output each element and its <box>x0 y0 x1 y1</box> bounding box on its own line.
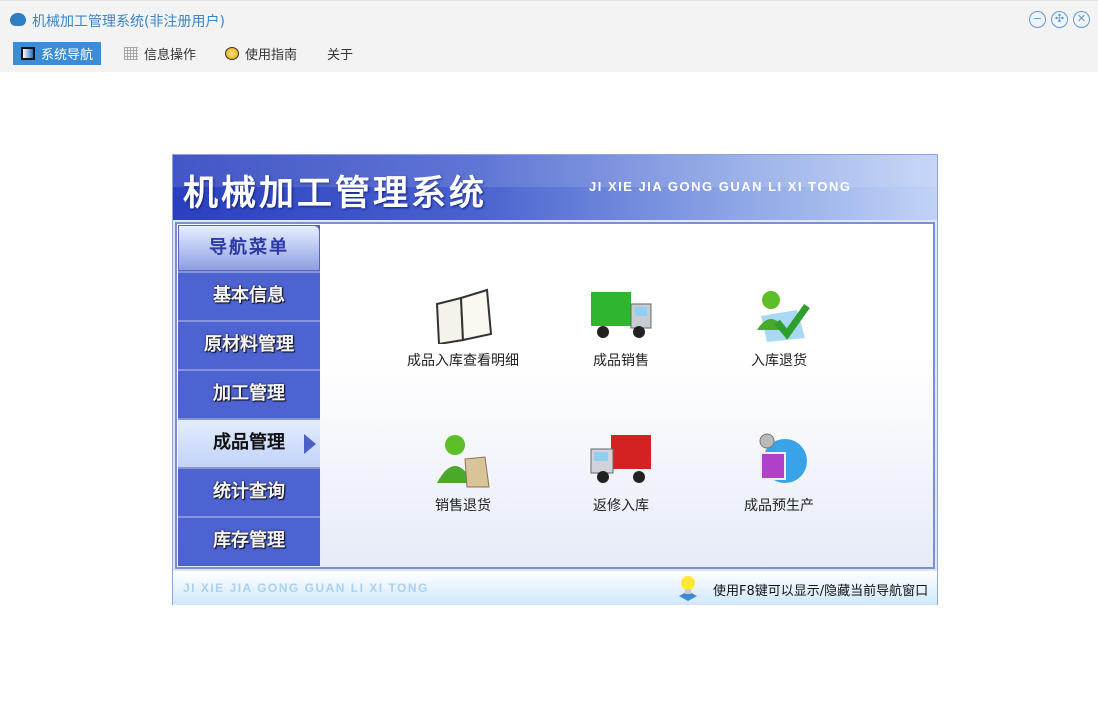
help-icon <box>225 47 239 60</box>
sidebar-item-statistics[interactable]: 统计查询 <box>178 467 320 516</box>
tile-product-sales[interactable]: 成品销售 <box>546 286 696 370</box>
tile-label: 销售退货 <box>435 498 491 514</box>
menu-about[interactable]: 关于 <box>319 42 361 65</box>
footer-pinyin: JI XIE JIA GONG GUAN LI XI TONG <box>183 581 429 595</box>
maximize-button[interactable]: ✣ <box>1051 11 1068 28</box>
tile-inbound-return[interactable]: 入库退货 <box>704 286 854 370</box>
title-bar: 机械加工管理系统(非注册用户) − ✣ ✕ <box>0 0 1098 38</box>
tile-label: 成品预生产 <box>744 498 814 514</box>
f8-hint: 使用F8键可以显示/隐藏当前导航窗口 <box>713 584 929 599</box>
tile-product-inbound-details[interactable]: 成品入库查看明细 <box>388 286 538 370</box>
menu-label: 信息操作 <box>144 48 197 63</box>
sidebar-item-inventory[interactable]: 库存管理 <box>178 516 320 565</box>
media-disc-icon <box>747 431 811 489</box>
close-button[interactable]: ✕ <box>1073 11 1090 28</box>
menu-label: 使用指南 <box>245 48 298 63</box>
tile-label: 返修入库 <box>593 498 649 514</box>
menu-label: 关于 <box>327 48 354 63</box>
menu-guide[interactable]: 使用指南 <box>217 42 305 65</box>
sidebar-item-processing[interactable]: 加工管理 <box>178 369 320 418</box>
tile-label: 成品销售 <box>593 353 649 369</box>
sidebar: 导航菜单 基本信息 原材料管理 加工管理 成品管理 统计查询 库存管理 <box>178 225 320 566</box>
menu-bar: 系统导航 信息操作 使用指南 关于 <box>0 38 1098 72</box>
banner-pinyin: JI XIE JIA GONG GUAN LI XI TONG <box>589 179 852 194</box>
menu-info-ops[interactable]: 信息操作 <box>116 42 204 65</box>
sidebar-item-products[interactable]: 成品管理 <box>178 418 320 467</box>
user-bag-icon <box>431 431 495 489</box>
menu-system-nav[interactable]: 系统导航 <box>13 42 102 65</box>
folder-book-icon <box>431 286 495 346</box>
tile-sales-return[interactable]: 销售退货 <box>388 431 538 515</box>
sidebar-item-basic-info[interactable]: 基本信息 <box>178 271 320 320</box>
red-truck-icon <box>589 431 653 489</box>
tile-repair-inbound[interactable]: 返修入库 <box>546 431 696 515</box>
green-truck-icon <box>589 286 653 344</box>
panel-footer: JI XIE JIA GONG GUAN LI XI TONG 使用F8键可以显… <box>173 571 937 605</box>
tile-label: 成品入库查看明细 <box>407 353 519 369</box>
banner: 机械加工管理系统 JI XIE JIA GONG GUAN LI XI TONG <box>173 155 937 220</box>
arrow-right-icon <box>304 434 316 454</box>
minimize-button[interactable]: − <box>1029 11 1046 28</box>
window-title: 机械加工管理系统(非注册用户) <box>32 14 225 30</box>
lightbulb-icon <box>677 574 699 602</box>
user-check-icon <box>747 286 811 344</box>
tile-product-preproduction[interactable]: 成品预生产 <box>704 431 854 515</box>
panel-body: 导航菜单 基本信息 原材料管理 加工管理 成品管理 统计查询 库存管理 成品入库… <box>175 222 935 569</box>
menu-label: 系统导航 <box>41 48 94 63</box>
app-icon <box>10 13 26 26</box>
sidebar-item-label: 成品管理 <box>213 432 285 453</box>
sidebar-item-raw-materials[interactable]: 原材料管理 <box>178 320 320 369</box>
navigation-panel: 机械加工管理系统 JI XIE JIA GONG GUAN LI XI TONG… <box>172 154 938 605</box>
tile-label: 入库退货 <box>751 353 807 369</box>
nav-menu-heading: 导航菜单 <box>178 225 320 271</box>
monitor-icon <box>21 47 35 60</box>
banner-title: 机械加工管理系统 <box>183 174 488 214</box>
grid-icon <box>124 47 138 60</box>
